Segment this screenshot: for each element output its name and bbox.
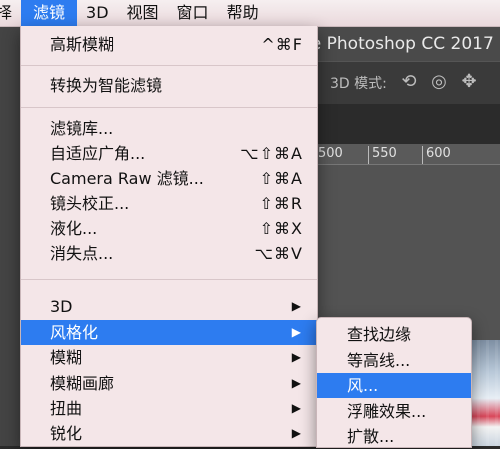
menu-item-label: 锐化 <box>50 424 83 443</box>
submenu-item-emboss[interactable]: 浮雕效果... <box>317 399 471 424</box>
menu-item-shortcut: ^⌘F <box>261 35 303 54</box>
menu-item-blur[interactable]: 模糊 ▶ <box>21 345 317 370</box>
menu-3d[interactable]: 3D <box>77 0 118 26</box>
menu-item-gaussian-blur[interactable]: 高斯模糊 ^⌘F <box>21 32 317 57</box>
submenu-arrow-icon: ▶ <box>291 325 301 339</box>
menu-item-label: 扭曲 <box>50 399 83 418</box>
3d-pan-icon[interactable]: ✥ <box>458 71 480 93</box>
menu-item-camera-raw[interactable]: Camera Raw 滤镜... ⇧⌘A <box>21 166 317 191</box>
menu-item-label: 消失点... <box>50 244 114 263</box>
submenu-item-contour[interactable]: 等高线... <box>317 348 471 373</box>
tools-panel-edge <box>0 27 22 446</box>
menu-item-shortcut: ⇧⌘R <box>259 194 303 213</box>
menu-item-label: 液化... <box>50 219 98 238</box>
submenu-arrow-icon: ▶ <box>291 401 301 415</box>
menu-item-label: 镜头校正... <box>50 194 130 213</box>
submenu-arrow-icon: ▶ <box>291 426 301 440</box>
menu-item-label: 风格化 <box>50 323 99 342</box>
menu-item-convert-smart-filter[interactable]: 转换为智能滤镜 <box>21 73 317 98</box>
submenu-item-diffuse[interactable]: 扩散... <box>317 424 471 449</box>
submenu-arrow-icon: ▶ <box>291 376 301 390</box>
3d-mode-label: 3D 模式: <box>330 76 387 92</box>
menu-help[interactable]: 帮助 <box>218 0 268 26</box>
menu-item-lens-correction[interactable]: 镜头校正... ⇧⌘R <box>21 191 317 216</box>
ruler-tick: 550 <box>368 146 397 164</box>
menu-select[interactable]: 择 <box>0 0 21 26</box>
menu-window[interactable]: 窗口 <box>168 0 218 26</box>
menu-item-label: 转换为智能滤镜 <box>50 76 163 95</box>
menu-item-label: 自适应广角... <box>50 144 146 163</box>
submenu-item-find-edges[interactable]: 查找边缘 <box>317 322 471 347</box>
3d-orbit-icon[interactable]: ◎ <box>428 71 450 93</box>
ruler-tick: 600 <box>422 146 451 164</box>
menu-separator <box>21 279 317 280</box>
menu-item-label: 模糊 <box>50 348 83 367</box>
menubar: 择 滤镜 3D 视图 窗口 帮助 <box>0 0 500 27</box>
menu-item-3d[interactable]: 3D ▶ <box>21 294 317 319</box>
menu-item-label: 风... <box>347 376 379 395</box>
submenu-arrow-icon: ▶ <box>291 299 301 313</box>
app-title: be Photoshop CC 2017 <box>300 34 494 54</box>
menu-item-label: 滤镜库... <box>50 119 114 138</box>
menu-item-label: Camera Raw 滤镜... <box>50 169 204 188</box>
submenu-arrow-icon: ▶ <box>291 350 301 364</box>
menu-item-label: 3D <box>50 297 73 316</box>
menu-separator <box>21 65 317 66</box>
ruler-tick: 500 <box>314 146 343 164</box>
menu-item-shortcut: ⇧⌘X <box>259 219 303 238</box>
menu-item-shortcut: ⇧⌘A <box>259 169 303 188</box>
3d-rotate-icon[interactable]: ⟲ <box>398 71 420 93</box>
menu-item-label: 等高线... <box>347 351 411 370</box>
menu-item-shortcut: ⌥⌘V <box>254 244 303 263</box>
menu-item-shortcut: ⌥⇧⌘A <box>240 144 303 163</box>
menu-view[interactable]: 视图 <box>118 0 168 26</box>
menu-item-blur-gallery[interactable]: 模糊画廊 ▶ <box>21 371 317 396</box>
menu-item-distort[interactable]: 扭曲 ▶ <box>21 396 317 421</box>
menu-item-label: 高斯模糊 <box>50 35 115 54</box>
stylize-submenu: 查找边缘 等高线... 风... 浮雕效果... 扩散... <box>316 317 472 448</box>
menu-item-adaptive-wide-angle[interactable]: 自适应广角... ⌥⇧⌘A <box>21 141 317 166</box>
menu-filter[interactable]: 滤镜 <box>21 0 78 26</box>
menu-separator <box>21 107 317 108</box>
submenu-item-wind[interactable]: 风... <box>317 373 471 398</box>
menu-item-label: 浮雕效果... <box>347 402 427 421</box>
menu-item-vanishing-point[interactable]: 消失点... ⌥⌘V <box>21 241 317 266</box>
menu-item-stylize[interactable]: 风格化 ▶ <box>21 320 317 345</box>
menu-item-sharpen[interactable]: 锐化 ▶ <box>21 421 317 446</box>
menu-item-label: 查找边缘 <box>347 325 412 344</box>
menu-item-label: 模糊画廊 <box>50 374 115 393</box>
menu-item-filter-gallery[interactable]: 滤镜库... <box>21 116 317 141</box>
menu-item-label: 扩散... <box>347 427 395 446</box>
menu-item-liquify[interactable]: 液化... ⇧⌘X <box>21 216 317 241</box>
filter-menu: 高斯模糊 ^⌘F 转换为智能滤镜 滤镜库... 自适应广角... ⌥⇧⌘A Ca… <box>20 26 318 447</box>
